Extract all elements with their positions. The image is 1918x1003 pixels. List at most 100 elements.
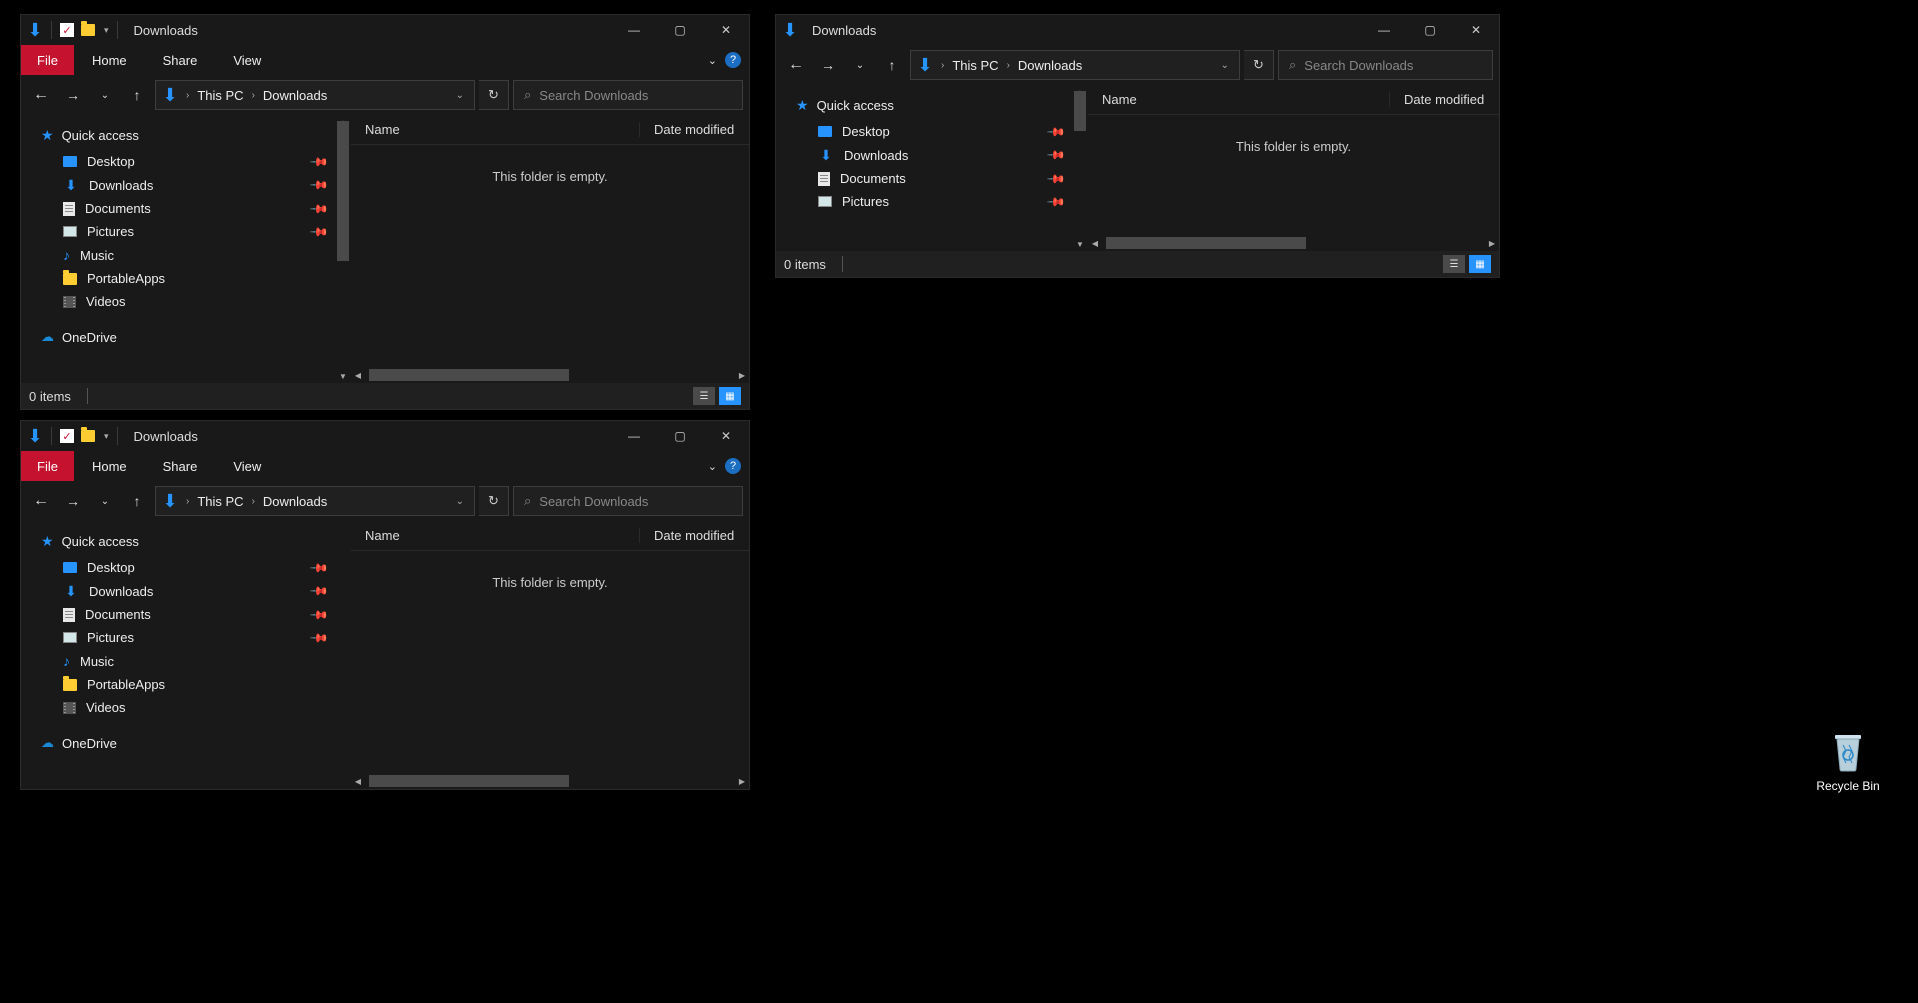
sidebar-item-videos[interactable]: Videos xyxy=(41,696,351,719)
minimize-button[interactable]: — xyxy=(611,15,657,45)
properties-icon[interactable]: ✓ xyxy=(60,429,74,443)
new-folder-icon[interactable] xyxy=(80,428,96,444)
list-scrollbar-horizontal[interactable]: ◀ ▶ xyxy=(351,367,749,383)
recent-locations-button[interactable]: ⌄ xyxy=(91,81,119,109)
thumbnails-view-button[interactable]: ▦ xyxy=(719,387,741,405)
address-history-icon[interactable]: ⌄ xyxy=(452,496,468,507)
sidebar-onedrive[interactable]: ☁OneDrive xyxy=(41,731,351,757)
scroll-down-icon[interactable]: ▼ xyxy=(335,369,351,383)
scroll-right-icon[interactable]: ▶ xyxy=(735,773,749,789)
address-history-icon[interactable]: ⌄ xyxy=(1217,60,1233,71)
breadcrumb-current[interactable]: Downloads xyxy=(1018,58,1082,73)
sidebar-quick-access[interactable]: ★Quick access xyxy=(796,93,1088,120)
new-folder-icon[interactable] xyxy=(80,22,96,38)
address-bar[interactable]: ⬇ › This PC › Downloads ⌄ xyxy=(155,486,475,516)
scrollbar-thumb[interactable] xyxy=(337,121,349,261)
recent-locations-button[interactable]: ⌄ xyxy=(846,51,874,79)
recent-locations-button[interactable]: ⌄ xyxy=(91,487,119,515)
properties-icon[interactable]: ✓ xyxy=(60,23,74,37)
sidebar-quick-access[interactable]: ★Quick access xyxy=(41,123,351,150)
sidebar-item-desktop[interactable]: Desktop📌 xyxy=(41,150,351,173)
close-button[interactable]: ✕ xyxy=(1453,15,1499,45)
address-bar[interactable]: ⬇ › This PC › Downloads ⌄ xyxy=(155,80,475,110)
column-date-modified[interactable]: Date modified xyxy=(639,528,749,543)
sidebar-onedrive[interactable]: ☁OneDrive xyxy=(41,325,351,351)
sidebar-item-videos[interactable]: Videos xyxy=(41,290,351,313)
scroll-left-icon[interactable]: ◀ xyxy=(1088,235,1102,251)
sidebar-item-downloads[interactable]: ⬇Downloads📌 xyxy=(41,173,351,197)
refresh-button[interactable]: ↻ xyxy=(479,80,509,110)
breadcrumb-current[interactable]: Downloads xyxy=(263,494,327,509)
breadcrumb-thispc[interactable]: This PC xyxy=(197,88,243,103)
tab-file[interactable]: File xyxy=(21,45,74,75)
titlebar[interactable]: ⬇ Downloads — ▢ ✕ xyxy=(776,15,1499,45)
scroll-left-icon[interactable]: ◀ xyxy=(351,367,365,383)
qat-dropdown-icon[interactable]: ▾ xyxy=(104,431,109,442)
column-name[interactable]: Name xyxy=(351,122,639,137)
minimize-button[interactable]: — xyxy=(611,421,657,451)
details-view-button[interactable]: ☰ xyxy=(1443,255,1465,273)
breadcrumb-thispc[interactable]: This PC xyxy=(197,494,243,509)
ribbon-expand-icon[interactable]: ⌄ xyxy=(708,54,717,67)
scrollbar-thumb[interactable] xyxy=(1106,237,1306,249)
refresh-button[interactable]: ↻ xyxy=(479,486,509,516)
sidebar-quick-access[interactable]: ★Quick access xyxy=(41,529,351,556)
tab-file[interactable]: File xyxy=(21,451,74,481)
forward-button[interactable]: → xyxy=(59,81,87,109)
scrollbar-thumb[interactable] xyxy=(369,369,569,381)
sidebar-item-documents[interactable]: Documents📌 xyxy=(41,197,351,220)
tab-view[interactable]: View xyxy=(215,451,279,481)
column-date-modified[interactable]: Date modified xyxy=(1389,92,1499,107)
scroll-down-icon[interactable]: ▼ xyxy=(1072,237,1088,251)
details-view-button[interactable]: ☰ xyxy=(693,387,715,405)
scroll-left-icon[interactable]: ◀ xyxy=(351,773,365,789)
scrollbar-thumb[interactable] xyxy=(1074,91,1086,131)
help-icon[interactable]: ? xyxy=(725,52,741,68)
refresh-button[interactable]: ↻ xyxy=(1244,50,1274,80)
sidebar-item-pictures[interactable]: Pictures📌 xyxy=(796,190,1088,213)
maximize-button[interactable]: ▢ xyxy=(657,15,703,45)
forward-button[interactable]: → xyxy=(814,51,842,79)
sidebar-scrollbar[interactable]: ▲ ▼ xyxy=(1072,85,1088,251)
close-button[interactable]: ✕ xyxy=(703,421,749,451)
search-box[interactable]: ⌕ Search Downloads xyxy=(513,80,743,110)
tab-share[interactable]: Share xyxy=(145,45,216,75)
maximize-button[interactable]: ▢ xyxy=(1407,15,1453,45)
recycle-bin-desktop-icon[interactable]: Recycle Bin xyxy=(1808,729,1888,793)
list-scrollbar-horizontal[interactable]: ◀ ▶ xyxy=(1088,235,1499,251)
help-icon[interactable]: ? xyxy=(725,458,741,474)
scroll-right-icon[interactable]: ▶ xyxy=(1485,235,1499,251)
tab-view[interactable]: View xyxy=(215,45,279,75)
qat-dropdown-icon[interactable]: ▾ xyxy=(104,25,109,36)
titlebar[interactable]: ⬇ ✓ ▾ Downloads — ▢ ✕ xyxy=(21,421,749,451)
back-button[interactable]: ← xyxy=(27,487,55,515)
sidebar-item-music[interactable]: ♪Music xyxy=(41,649,351,673)
thumbnails-view-button[interactable]: ▦ xyxy=(1469,255,1491,273)
up-button[interactable]: ↑ xyxy=(123,487,151,515)
sidebar-item-desktop[interactable]: Desktop📌 xyxy=(41,556,351,579)
tab-home[interactable]: Home xyxy=(74,45,145,75)
column-date-modified[interactable]: Date modified xyxy=(639,122,749,137)
address-bar[interactable]: ⬇ › This PC › Downloads ⌄ xyxy=(910,50,1240,80)
back-button[interactable]: ← xyxy=(27,81,55,109)
column-name[interactable]: Name xyxy=(1088,92,1389,107)
minimize-button[interactable]: — xyxy=(1361,15,1407,45)
column-name[interactable]: Name xyxy=(351,528,639,543)
back-button[interactable]: ← xyxy=(782,51,810,79)
tab-home[interactable]: Home xyxy=(74,451,145,481)
sidebar-item-documents[interactable]: Documents📌 xyxy=(41,603,351,626)
sidebar-item-music[interactable]: ♪Music xyxy=(41,243,351,267)
up-button[interactable]: ↑ xyxy=(878,51,906,79)
sidebar-item-downloads[interactable]: ⬇Downloads📌 xyxy=(41,579,351,603)
sidebar-item-pictures[interactable]: Pictures📌 xyxy=(41,220,351,243)
address-history-icon[interactable]: ⌄ xyxy=(452,90,468,101)
sidebar-item-desktop[interactable]: Desktop📌 xyxy=(796,120,1088,143)
close-button[interactable]: ✕ xyxy=(703,15,749,45)
sidebar-item-portableapps[interactable]: PortableApps xyxy=(41,673,351,696)
titlebar[interactable]: ⬇ ✓ ▾ Downloads — ▢ ✕ xyxy=(21,15,749,45)
sidebar-item-downloads[interactable]: ⬇Downloads📌 xyxy=(796,143,1088,167)
sidebar-item-portableapps[interactable]: PortableApps xyxy=(41,267,351,290)
scroll-right-icon[interactable]: ▶ xyxy=(735,367,749,383)
forward-button[interactable]: → xyxy=(59,487,87,515)
breadcrumb-thispc[interactable]: This PC xyxy=(952,58,998,73)
